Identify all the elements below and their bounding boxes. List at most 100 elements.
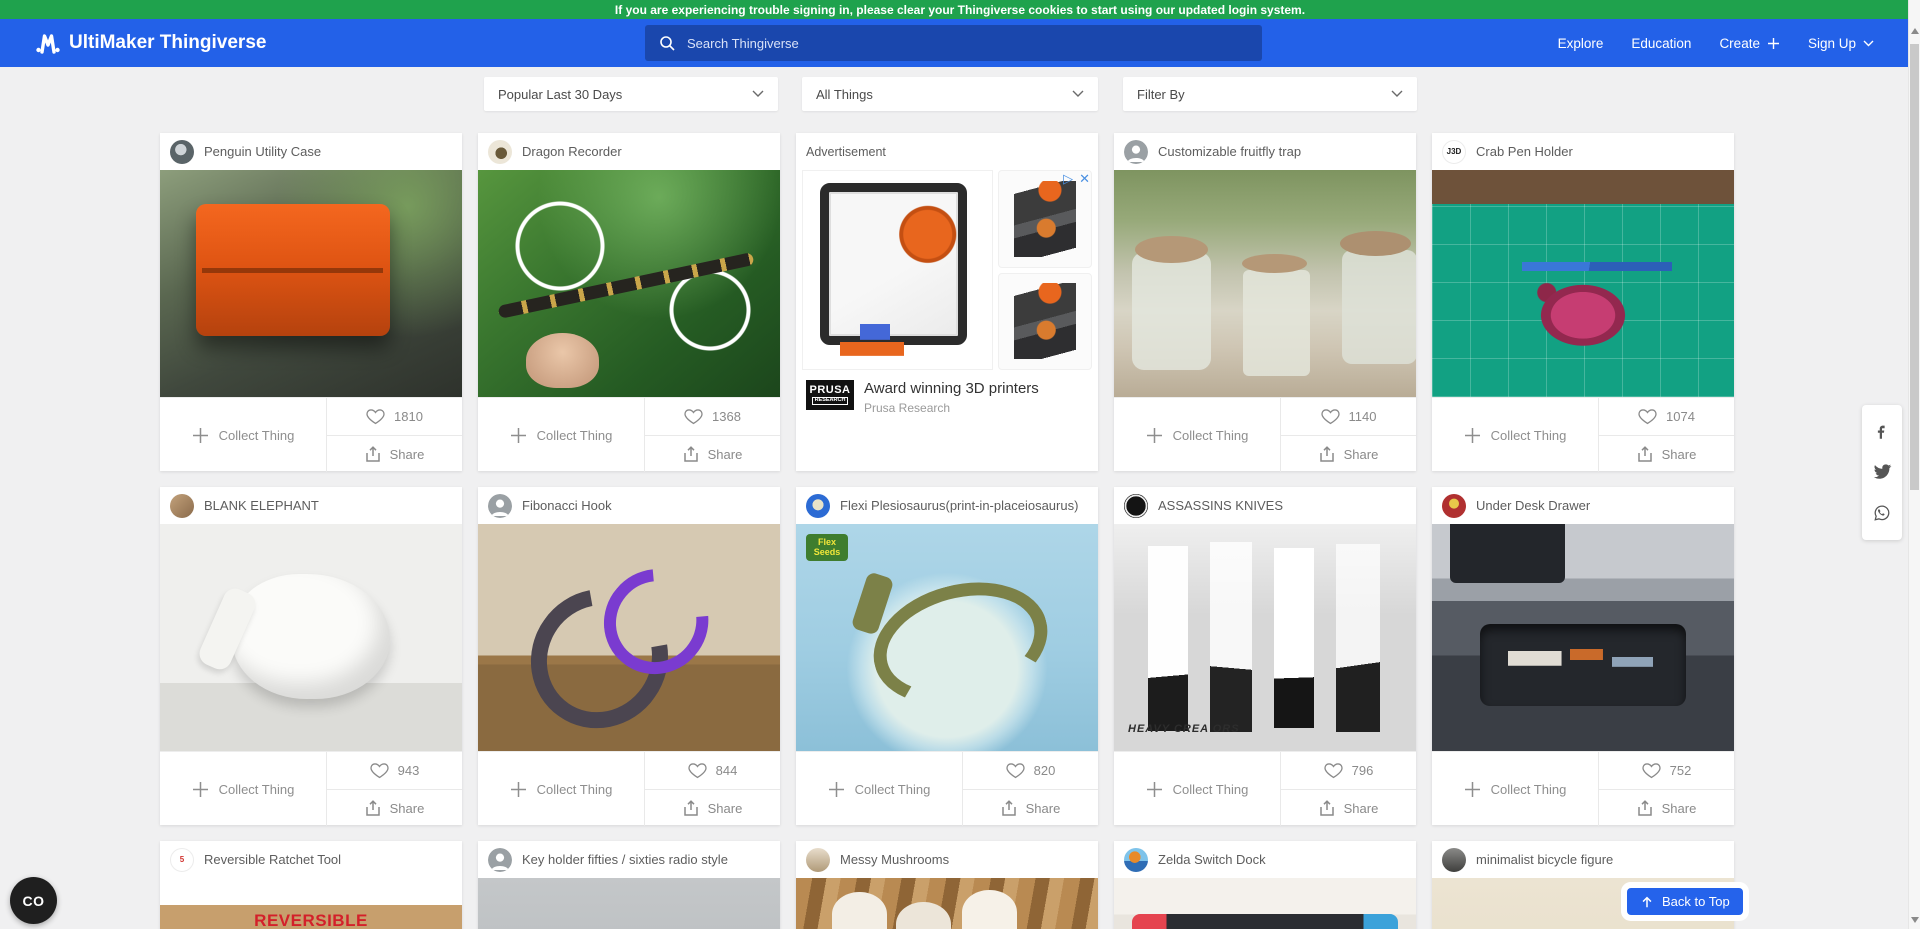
- ad-headline[interactable]: Award winning 3D printers: [864, 380, 1039, 397]
- ad-close-icon[interactable]: ✕: [1079, 172, 1090, 185]
- nav-create[interactable]: Create: [1719, 36, 1780, 51]
- like-button[interactable]: 1810: [327, 398, 462, 436]
- thing-image[interactable]: [478, 524, 780, 751]
- whatsapp-share-button[interactable]: [1873, 504, 1891, 522]
- share-button[interactable]: Share: [1599, 436, 1734, 472]
- category-dropdown[interactable]: All Things: [802, 77, 1098, 111]
- collect-thing-label: Collect Thing: [1491, 428, 1567, 443]
- collect-thing-label: Collect Thing: [855, 782, 931, 797]
- thing-image[interactable]: [160, 170, 462, 397]
- thing-card-header[interactable]: Dragon Recorder: [478, 133, 780, 170]
- collect-thing-button[interactable]: Collect Thing: [160, 752, 327, 826]
- thing-image[interactable]: [1432, 170, 1734, 397]
- thing-card-header[interactable]: Penguin Utility Case: [160, 133, 462, 170]
- share-icon: [1637, 446, 1653, 463]
- scrollbar-up-arrow[interactable]: [1911, 28, 1919, 34]
- ad-controls: ▷ ✕: [1063, 172, 1090, 185]
- like-button[interactable]: 1368: [645, 398, 780, 436]
- collect-thing-button[interactable]: Collect Thing: [1114, 398, 1281, 472]
- collect-thing-button[interactable]: Collect Thing: [1432, 752, 1599, 826]
- like-button[interactable]: 1140: [1281, 398, 1416, 436]
- share-button[interactable]: Share: [645, 790, 780, 826]
- like-button[interactable]: 844: [645, 752, 780, 790]
- share-button[interactable]: Share: [327, 790, 462, 826]
- collect-thing-label: Collect Thing: [1491, 782, 1567, 797]
- collect-thing-button[interactable]: Collect Thing: [478, 398, 645, 472]
- back-to-top-button[interactable]: Back to Top: [1627, 888, 1743, 915]
- scrollbar-thumb[interactable]: [1910, 44, 1919, 490]
- collect-thing-button[interactable]: Collect Thing: [478, 752, 645, 826]
- ad-thumb-image[interactable]: [998, 273, 1092, 371]
- thing-card-header[interactable]: J3D Crab Pen Holder: [1432, 133, 1734, 170]
- chevron-down-icon: [1863, 40, 1874, 47]
- brand-logo[interactable]: UltiMaker Thingiverse: [36, 19, 266, 67]
- nav-education[interactable]: Education: [1631, 36, 1691, 51]
- collect-thing-button[interactable]: Collect Thing: [160, 398, 327, 472]
- cookie-consent-button[interactable]: CO: [10, 877, 57, 924]
- thing-image[interactable]: [1114, 878, 1416, 929]
- like-button[interactable]: 1074: [1599, 398, 1734, 436]
- twitter-share-button[interactable]: [1873, 464, 1892, 480]
- nav-explore[interactable]: Explore: [1558, 36, 1604, 51]
- thing-card: Penguin Utility Case Collect Thing 1810: [160, 133, 462, 471]
- thing-card-header[interactable]: Fibonacci Hook: [478, 487, 780, 524]
- collect-thing-label: Collect Thing: [1173, 428, 1249, 443]
- thing-title: ASSASSINS KNIVES: [1158, 498, 1283, 513]
- share-button[interactable]: Share: [963, 790, 1098, 826]
- sort-dropdown[interactable]: Popular Last 30 Days: [484, 77, 778, 111]
- collect-thing-button[interactable]: Collect Thing: [796, 752, 963, 826]
- thing-card-footer: Collect Thing 1810 Share: [160, 397, 462, 472]
- filter-by-dropdown[interactable]: Filter By: [1123, 77, 1417, 111]
- thing-card-header[interactable]: Key holder fifties / sixties radio style: [478, 841, 780, 878]
- collect-thing-button[interactable]: Collect Thing: [1114, 752, 1281, 826]
- thing-card-header[interactable]: ASSASSINS KNIVES: [1114, 487, 1416, 524]
- share-icon: [365, 446, 381, 463]
- nav-sign-up[interactable]: Sign Up: [1808, 36, 1874, 51]
- thing-card: Messy Mushrooms Collect Thing: [796, 841, 1098, 929]
- creator-avatar: [1124, 140, 1148, 164]
- like-button[interactable]: 820: [963, 752, 1098, 790]
- thing-card-header[interactable]: minimalist bicycle figure: [1432, 841, 1734, 878]
- advertiser-logo: PRUSA RESEARCH: [806, 380, 854, 410]
- thing-image[interactable]: REVERSIBLE: [160, 878, 462, 929]
- share-label: Share: [390, 801, 425, 816]
- share-button[interactable]: Share: [1281, 436, 1416, 472]
- scrollbar-down-arrow[interactable]: [1911, 917, 1919, 923]
- thing-card-header[interactable]: Under Desk Drawer: [1432, 487, 1734, 524]
- thing-card: Customizable fruitfly trap Collect Thing…: [1114, 133, 1416, 471]
- share-button[interactable]: Share: [327, 436, 462, 472]
- search-input[interactable]: [685, 35, 1248, 52]
- thing-image[interactable]: [1114, 170, 1416, 397]
- like-button[interactable]: 796: [1281, 752, 1416, 790]
- thing-card-header[interactable]: Zelda Switch Dock: [1114, 841, 1416, 878]
- thing-image[interactable]: Flex Seeds: [796, 524, 1098, 751]
- thing-image[interactable]: [1432, 524, 1734, 751]
- share-button[interactable]: Share: [1599, 790, 1734, 826]
- thing-card-header[interactable]: BLANK ELEPHANT: [160, 487, 462, 524]
- collect-thing-button[interactable]: Collect Thing: [1432, 398, 1599, 472]
- ad-choices-icon[interactable]: ▷: [1063, 172, 1073, 185]
- thing-card-header[interactable]: Customizable fruitfly trap: [1114, 133, 1416, 170]
- like-count: 943: [398, 763, 420, 778]
- plus-icon: [828, 781, 845, 798]
- thing-image[interactable]: [160, 524, 462, 751]
- like-button[interactable]: 943: [327, 752, 462, 790]
- ad-caption[interactable]: PRUSA RESEARCH Award winning 3D printers…: [796, 370, 1098, 415]
- thing-image[interactable]: [478, 878, 780, 929]
- page-scrollbar[interactable]: [1908, 0, 1920, 929]
- advertisement-media[interactable]: ▷ ✕: [802, 170, 1092, 370]
- thing-card-header[interactable]: Messy Mushrooms: [796, 841, 1098, 878]
- facebook-share-button[interactable]: [1873, 423, 1891, 441]
- ad-main-image[interactable]: [802, 170, 993, 370]
- plus-icon: [192, 427, 209, 444]
- share-button[interactable]: Share: [645, 436, 780, 472]
- thing-image[interactable]: HEAVY CREA ORS: [1114, 524, 1416, 751]
- thing-card-header[interactable]: 5 Reversible Ratchet Tool: [160, 841, 462, 878]
- creator-avatar: [488, 140, 512, 164]
- thing-card-header[interactable]: Flexi Plesiosaurus(print-in-placeiosauru…: [796, 487, 1098, 524]
- thing-image[interactable]: [478, 170, 780, 397]
- like-button[interactable]: 752: [1599, 752, 1734, 790]
- share-button[interactable]: Share: [1281, 790, 1416, 826]
- thing-image[interactable]: [796, 878, 1098, 929]
- search-box[interactable]: [645, 25, 1262, 61]
